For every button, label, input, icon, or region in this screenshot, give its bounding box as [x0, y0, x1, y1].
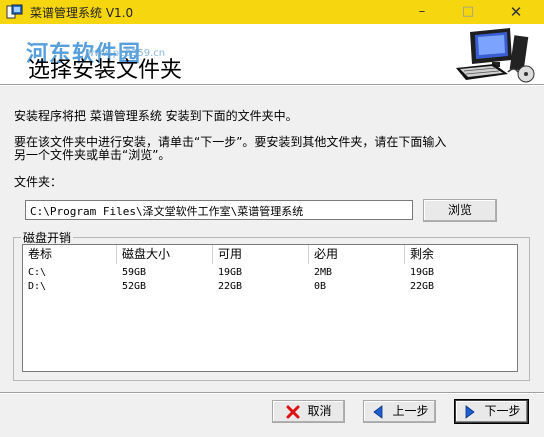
- disk-size-cell: 59GB: [122, 267, 147, 278]
- disk-volume-cell: D:\: [28, 281, 47, 292]
- next-button[interactable]: 下一步: [455, 400, 528, 423]
- cancel-button[interactable]: 取消: [272, 400, 345, 423]
- back-button-label: 上一步: [392, 404, 429, 418]
- intro-text: 安装程序将把 菜谱管理系统 安装到下面的文件夹中。: [14, 109, 298, 123]
- disk-volume-cell: C:\: [28, 267, 47, 278]
- maximize-button[interactable]: □: [450, 0, 486, 24]
- red-x-icon: [286, 405, 300, 418]
- folder-label: 文件夹：: [14, 175, 63, 189]
- cancel-button-label: 取消: [307, 404, 332, 418]
- blue-right-arrow-icon: [466, 404, 476, 419]
- column-header-remaining[interactable]: 剩余: [405, 245, 517, 264]
- page-title: 选择安装文件夹: [28, 58, 183, 83]
- column-header-available[interactable]: 可用: [213, 245, 309, 264]
- folder-path-input[interactable]: C:\Program Files\泽文堂软件工作室\菜谱管理系统: [25, 200, 413, 220]
- disk-available-cell: 22GB: [218, 281, 243, 292]
- window-title: 菜谱管理系统 V1.0: [30, 6, 134, 20]
- installer-app-icon: [6, 4, 23, 19]
- disk-remaining-cell: 19GB: [410, 267, 435, 278]
- disk-available-cell: 19GB: [218, 267, 243, 278]
- title-bar: 菜谱管理系统 V1.0 – □ ✕: [0, 0, 544, 24]
- column-header-disk-size[interactable]: 磁盘大小: [117, 245, 213, 264]
- minimize-button[interactable]: –: [404, 0, 440, 24]
- wizard-header: 河东软件园 www.pc0359.cn 选择安装文件夹: [0, 24, 544, 84]
- computer-icon: [456, 28, 535, 83]
- browse-button[interactable]: 浏览: [423, 199, 497, 222]
- disk-required-cell: 2MB: [314, 267, 333, 278]
- instruction-text-line2: 另一个文件夹或单击“浏览”。: [14, 148, 171, 162]
- disk-required-cell: 0B: [314, 281, 327, 292]
- disk-row[interactable]: D:\ 52GB 22GB 0B 22GB: [23, 280, 517, 294]
- column-header-required[interactable]: 必用: [309, 245, 405, 264]
- close-button[interactable]: ✕: [498, 0, 534, 24]
- disk-remaining-cell: 22GB: [410, 281, 435, 292]
- back-button[interactable]: 上一步: [363, 400, 436, 423]
- blue-left-arrow-icon: [373, 404, 383, 419]
- next-button-label: 下一步: [484, 404, 521, 418]
- column-header-volume[interactable]: 卷标: [23, 245, 117, 264]
- disk-row[interactable]: C:\ 59GB 19GB 2MB 19GB: [23, 266, 517, 280]
- disk-space-list[interactable]: 卷标 磁盘大小 可用 必用 剩余 C:\ 59GB 19GB 2MB 19GB …: [22, 244, 518, 372]
- disk-list-header: 卷标 磁盘大小 可用 必用 剩余: [23, 245, 517, 264]
- disk-size-cell: 52GB: [122, 281, 147, 292]
